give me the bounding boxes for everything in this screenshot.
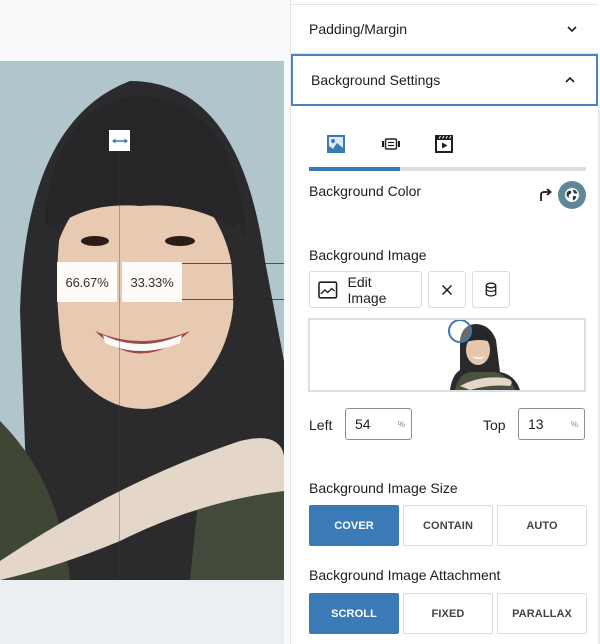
guide-line-bottom — [182, 299, 284, 300]
percent-unit: % — [397, 419, 405, 429]
focal-top-label: Top — [483, 417, 506, 433]
focal-left-field[interactable]: % — [345, 408, 412, 440]
tab-background-video[interactable] — [432, 132, 456, 156]
focal-preview-thumbnail — [450, 324, 520, 390]
edit-image-label: Edit Image — [347, 273, 387, 306]
background-image-actions: Edit Image — [309, 271, 510, 308]
chevron-up-icon — [565, 76, 575, 83]
background-image-label: Background Image — [309, 247, 427, 263]
size-contain-button[interactable]: CONTAIN — [403, 505, 493, 546]
chevron-down-icon — [567, 26, 577, 33]
column-width-left-label: 66.67% — [57, 262, 117, 302]
size-cover-button[interactable]: COVER — [309, 505, 399, 546]
column-width-right-label: 33.33% — [122, 262, 182, 302]
video-icon — [435, 135, 453, 153]
canvas-empty-area — [0, 580, 284, 644]
attachment-fixed-button[interactable]: FIXED — [403, 593, 493, 634]
accordion-label: Padding/Margin — [309, 21, 408, 37]
section-background-photo[interactable] — [0, 61, 284, 580]
attachment-parallax-button[interactable]: PARALLAX — [497, 593, 587, 634]
column-guide-line — [119, 150, 120, 580]
column-resize-handle[interactable] — [109, 130, 130, 151]
horizontal-resize-icon — [111, 138, 128, 143]
editor-canvas: 66.67% 33.33% — [0, 0, 290, 644]
image-size-options: COVER CONTAIN AUTO — [309, 505, 587, 546]
accordion-background-settings[interactable]: Background Settings — [291, 54, 598, 106]
focal-point-handle[interactable] — [448, 320, 472, 343]
background-color-label: Background Color — [309, 183, 422, 199]
focal-left-label: Left — [309, 417, 333, 433]
tab-progress-fill — [309, 167, 401, 171]
image-attachment-options: SCROLL FIXED PARALLAX — [309, 593, 587, 634]
tab-progress-track — [309, 167, 586, 171]
edit-image-button[interactable]: Edit Image — [309, 271, 422, 308]
reset-arrow-icon[interactable] — [536, 187, 552, 203]
attachment-scroll-button[interactable]: SCROLL — [309, 593, 399, 634]
focal-point-picker[interactable] — [308, 318, 586, 392]
close-icon — [441, 284, 453, 295]
accordion-padding-margin[interactable]: Padding/Margin — [291, 4, 598, 54]
settings-panel: Padding/Margin Background Settings Backg… — [290, 0, 600, 644]
slider-icon — [382, 138, 400, 150]
tab-background-image[interactable] — [324, 132, 348, 156]
dynamic-image-button[interactable] — [472, 271, 510, 308]
globe-icon — [565, 188, 579, 202]
remove-image-button[interactable] — [428, 271, 466, 308]
background-color-tools — [536, 181, 586, 209]
background-type-tabs — [309, 130, 586, 171]
image-attachment-label: Background Image Attachment — [309, 567, 501, 583]
global-color-button[interactable] — [558, 181, 586, 209]
editor-root: 66.67% 33.33% Padding/Margin Background … — [0, 0, 600, 644]
image-size-label: Background Image Size — [309, 480, 458, 496]
database-icon — [485, 282, 497, 297]
focal-top-input[interactable] — [528, 416, 564, 432]
focal-left-input[interactable] — [355, 416, 391, 432]
portrait-illustration — [0, 61, 284, 580]
accordion-label: Background Settings — [311, 72, 441, 88]
image-outline-icon — [318, 280, 338, 299]
tab-background-gradient[interactable] — [379, 132, 403, 156]
guide-line-top — [182, 263, 284, 264]
focal-top-field[interactable]: % — [518, 408, 585, 440]
image-icon — [327, 135, 345, 153]
size-auto-button[interactable]: AUTO — [497, 505, 587, 546]
percent-unit: % — [570, 419, 578, 429]
